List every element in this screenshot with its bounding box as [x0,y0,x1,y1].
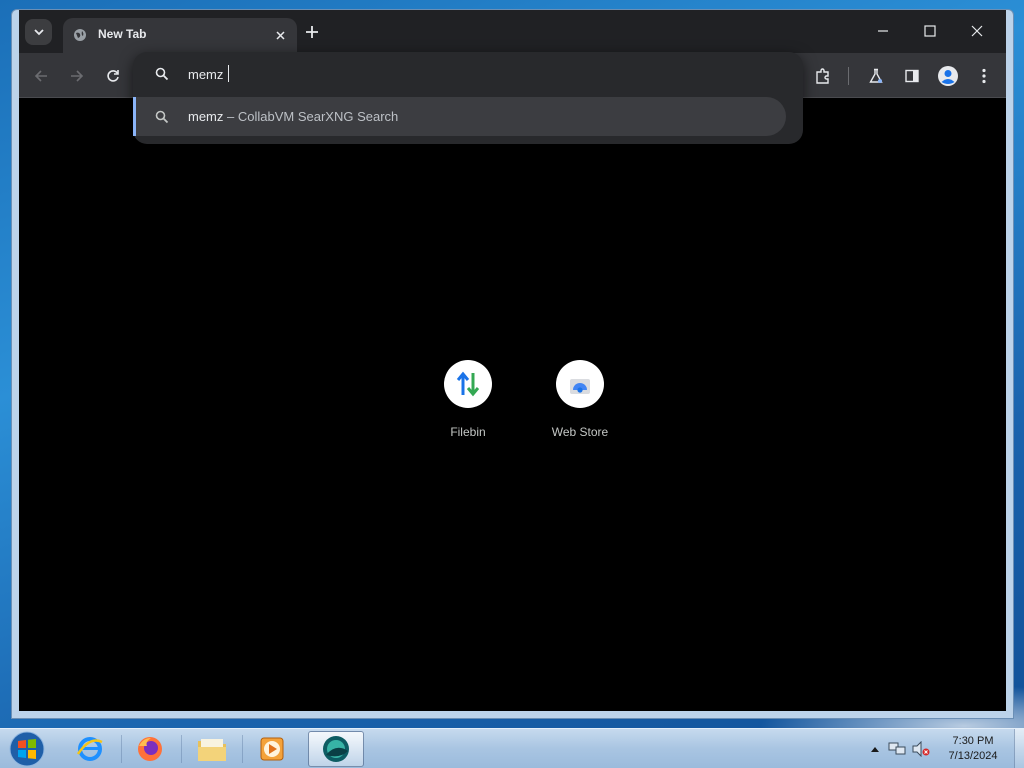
arrow-left-icon [34,70,47,82]
browser-window: New Tab Filebin Web Store memz memz – Co… [11,9,1014,719]
shortcut-label: Web Store [551,425,609,439]
clock-time: 7:30 PM [952,735,994,747]
tab-strip: New Tab [19,10,1006,53]
forward-button[interactable] [63,62,91,90]
browser-viewport: New Tab Filebin Web Store memz memz – Co… [19,10,1006,711]
browser-app-icon [323,736,349,762]
arrow-right-icon [71,70,84,82]
taskbar-internet-explorer[interactable] [62,731,118,767]
close-icon [275,30,285,40]
suggestion-text: memz – CollabVM SearXNG Search [188,109,398,124]
tab-close-button[interactable] [271,26,289,44]
menu-button[interactable] [970,62,998,90]
taskbar-firefox[interactable] [122,731,178,767]
profile-button[interactable] [934,62,962,90]
globe-icon [74,29,86,41]
address-bar-input[interactable] [188,61,748,87]
chevron-up-icon [871,747,879,752]
avatar-icon [938,66,958,86]
toolbar-separator [848,67,849,85]
taskbar-separator [181,735,182,763]
maximize-button[interactable] [912,19,948,43]
omnibox-suggestion[interactable]: memz – CollabVM SearXNG Search [133,97,786,136]
tray-network[interactable] [888,741,906,757]
suggestion-separator: – [223,109,238,124]
taskbar-media-player[interactable] [244,731,300,767]
suggestion-query: memz [188,109,224,124]
tab-title: New Tab [98,27,147,41]
side-panel-button[interactable] [898,62,926,90]
search-icon [155,67,169,81]
shortcut-label: Filebin [450,425,486,439]
taskbar-separator [242,735,243,763]
taskbar-browser-active[interactable] [308,731,364,767]
tab-new-tab[interactable]: New Tab [63,18,297,53]
minimize-button[interactable] [865,19,901,43]
shortcut-filebin[interactable]: Filebin [423,360,513,450]
web-store-icon [570,379,590,394]
tray-volume[interactable] [912,741,930,757]
maximize-icon [924,25,936,37]
close-icon [971,25,983,37]
chevron-down-icon [33,29,44,36]
folder-icon [198,739,226,761]
omnibox[interactable]: memz – CollabVM SearXNG Search [133,52,803,144]
shortcut-tile [444,360,492,408]
extensions-button[interactable] [809,62,837,90]
puzzle-icon [816,68,829,84]
search-icon [155,110,169,124]
minimize-icon [878,30,888,32]
text-caret [228,65,229,82]
suggestion-engine: CollabVM SearXNG Search [237,109,399,124]
labs-button[interactable] [862,62,890,90]
flask-icon [869,68,883,83]
window-close-button[interactable] [959,19,995,43]
reload-button[interactable] [99,62,127,90]
shortcut-tile [556,360,604,408]
internet-explorer-icon [76,737,103,761]
filebin-icon [456,371,480,397]
more-vertical-icon [982,68,986,84]
taskbar: 7:30 PM 7/13/2024 [0,728,1024,768]
selection-indicator [133,97,136,136]
show-hidden-icons-button[interactable] [866,741,884,757]
firefox-icon [138,737,162,761]
taskbar-file-explorer[interactable] [184,731,240,767]
plus-icon [306,26,318,38]
start-button[interactable] [5,730,49,768]
new-tab-button[interactable] [302,22,322,42]
side-panel-icon [905,69,919,83]
windows-logo-icon [9,731,45,767]
shortcut-web-store[interactable]: Web Store [535,360,625,450]
clock-date: 7/13/2024 [948,750,998,762]
network-icon [888,742,906,755]
clock[interactable]: 7:30 PM 7/13/2024 [933,734,1013,764]
tab-search-button[interactable] [25,19,52,45]
show-desktop-button[interactable] [1014,729,1024,768]
media-player-icon [260,737,284,761]
back-button[interactable] [27,62,55,90]
volume-muted-icon [912,741,930,757]
reload-icon [107,70,119,82]
